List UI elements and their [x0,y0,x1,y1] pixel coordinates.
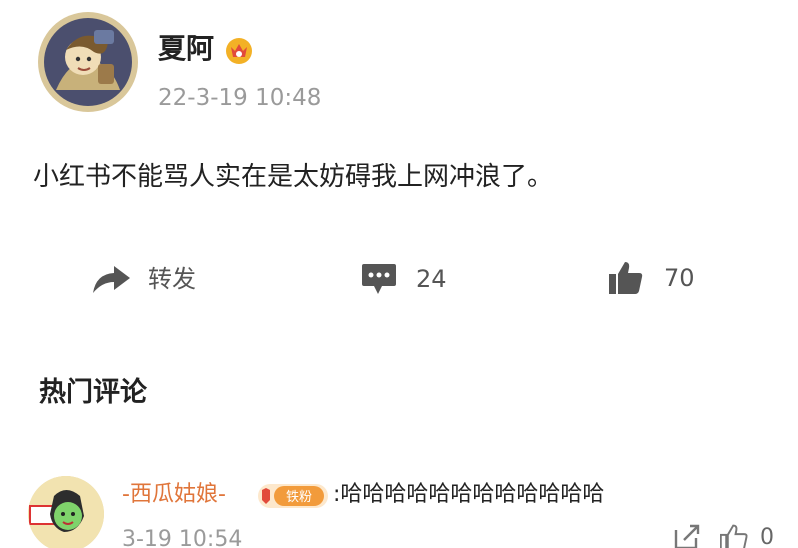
comment-like-button[interactable]: 0 [720,524,774,548]
avatar-image [39,13,137,111]
like-button[interactable]: 70 [608,260,695,296]
repost-label: 转发 [148,265,196,293]
comment-count: 24 [416,265,447,293]
comment-like-count: 0 [760,525,774,548]
comment-time: 3-19 10:54 [122,527,243,548]
commenter-avatar-image [28,476,104,548]
author-name[interactable]: 夏阿 [158,32,214,66]
post-text: 小红书不能骂人实在是太妨碍我上网冲浪了。 [33,162,554,192]
post-time: 22-3-19 10:48 [158,85,322,111]
author-avatar[interactable] [38,12,138,112]
share-arrow-icon [93,266,130,293]
comment-actions: 0 [672,522,774,548]
fan-badge-text: 铁粉 [286,490,312,505]
hot-comments-title: 热门评论 [39,377,147,408]
fan-badge-icon: 铁粉 [258,484,328,508]
share-icon[interactable] [672,522,702,548]
comment-button[interactable]: 24 [360,262,447,296]
repost-button[interactable]: 转发 [90,262,196,296]
weibo-post-screen: 夏阿 22-3-19 10:48 小红书不能骂人实在是太妨碍我上网冲浪了。 转发… [0,0,798,548]
comment-bubble-icon [362,264,396,294]
crown-badge-icon [224,36,254,66]
thumbs-up-icon [609,262,643,294]
thumbs-up-icon [720,524,748,548]
comment-text: :哈哈哈哈哈哈哈哈哈哈哈哈 [333,482,605,507]
comment-username[interactable]: -西瓜姑娘- [122,480,226,510]
comment-avatar[interactable] [28,476,104,548]
like-count: 70 [664,264,695,292]
